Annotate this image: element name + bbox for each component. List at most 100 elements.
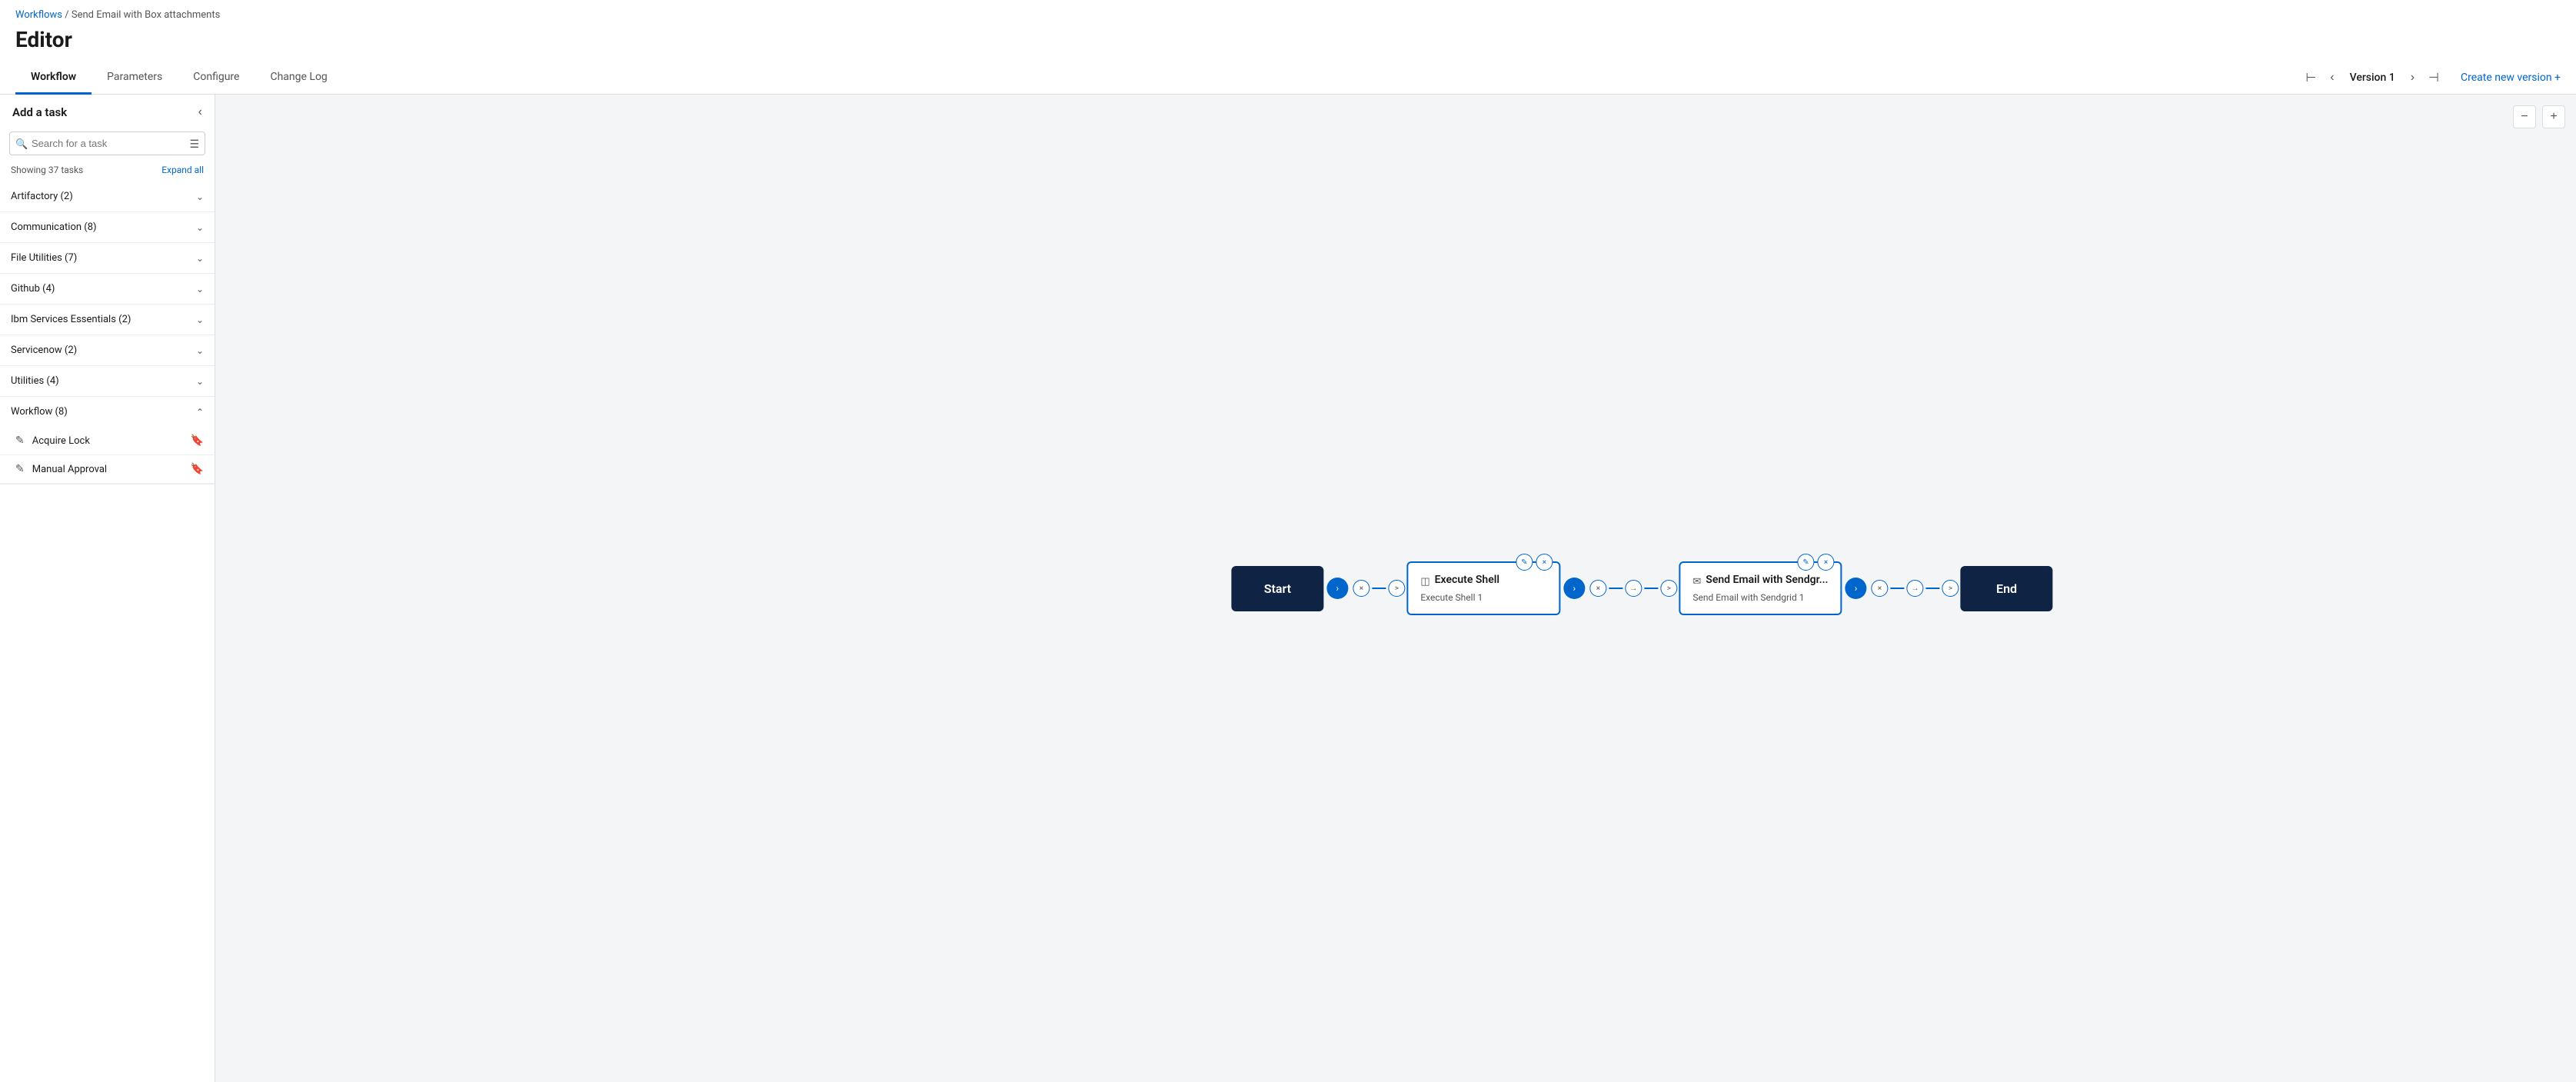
category-utilities: Utilities (4) ⌄ [0, 366, 215, 397]
task-item-manual-approval[interactable]: ✎ Manual Approval 🔖 [0, 455, 215, 484]
chevron-up-icon: ⌃ [196, 407, 204, 418]
connector-arrow-btn[interactable]: → [1907, 580, 1924, 597]
sidebar-collapse-btn[interactable]: ‹ [198, 105, 202, 119]
connector-arrow[interactable]: › [1563, 578, 1585, 599]
breadcrumb: Workflows / Send Email with Box attachme… [0, 0, 2576, 24]
category-servicenow: Servicenow (2) ⌄ [0, 335, 215, 366]
chevron-down-icon: ⌄ [196, 253, 204, 264]
connector-line [1891, 588, 1905, 589]
connector-add-btn[interactable]: > [1942, 580, 1959, 597]
expand-all-btn[interactable]: Expand all [161, 165, 204, 175]
email-icon: ✉ [1692, 576, 1701, 588]
edit-action-btn[interactable]: ✎ [1798, 554, 1815, 571]
search-input[interactable] [9, 132, 205, 155]
node-actions: ✎ × [1516, 554, 1553, 571]
execute-shell-title: Execute Shell [1435, 574, 1499, 586]
end-node: End [1961, 566, 2053, 611]
category-label-workflow: Workflow (8) [11, 406, 68, 418]
category-artifactory: Artifactory (2) ⌄ [0, 181, 215, 212]
connector-line [1372, 588, 1386, 589]
tab-configure[interactable]: Configure [178, 62, 255, 95]
breadcrumb-separator: / [65, 9, 72, 21]
task-item-acquire-lock[interactable]: ✎ Acquire Lock 🔖 [0, 427, 215, 455]
task-header: ✉ Send Email with Sendgr... [1692, 574, 1828, 589]
version-controls: ⊢ ‹ Version 1 › ⊣ Create new version + [2301, 67, 2561, 88]
connector-cross-btn[interactable]: × [1353, 580, 1370, 597]
chevron-down-icon: ⌄ [196, 284, 204, 295]
category-header-communication[interactable]: Communication (8) ⌄ [0, 212, 215, 242]
breadcrumb-current: Send Email with Box attachments [72, 9, 220, 21]
bookmark-icon: 🔖 [191, 463, 204, 475]
create-new-version-link[interactable]: Create new version + [2461, 72, 2561, 84]
connector-line [1609, 588, 1622, 589]
category-github: Github (4) ⌄ [0, 274, 215, 305]
canvas-controls: − + [2513, 105, 2565, 128]
connector-add-btn[interactable]: > [1388, 580, 1405, 597]
start-node: Start [1231, 566, 1323, 611]
connector-execute-email: › × → > [1560, 578, 1679, 599]
connector-arrow[interactable]: › [1845, 578, 1867, 599]
close-action-btn[interactable]: × [1536, 554, 1553, 571]
edit-icon: ✎ [15, 463, 25, 475]
category-header-artifactory[interactable]: Artifactory (2) ⌄ [0, 181, 215, 211]
workflow-diagram: Start › × > ✎ × ◫ Execute Shell Execute [1231, 561, 2052, 615]
execute-shell-node: ✎ × ◫ Execute Shell Execute Shell 1 [1406, 561, 1560, 615]
search-container: 🔍 ☰ [0, 127, 215, 161]
category-label-github: Github (4) [11, 283, 55, 295]
category-label-ibm-services: Ibm Services Essentials (2) [11, 314, 131, 325]
category-header-github[interactable]: Github (4) ⌄ [0, 274, 215, 304]
task-count-label: Showing 37 tasks [11, 165, 83, 175]
version-first-btn[interactable]: ⊢ [2301, 67, 2321, 88]
execute-shell-subtitle: Execute Shell 1 [1420, 592, 1546, 603]
connector-cross-btn[interactable]: × [1872, 580, 1889, 597]
category-workflow: Workflow (8) ⌃ ✎ Acquire Lock 🔖 ✎ Manual… [0, 397, 215, 484]
chevron-down-icon: ⌄ [196, 191, 204, 202]
category-header-servicenow[interactable]: Servicenow (2) ⌄ [0, 335, 215, 365]
edit-icon: ✎ [15, 434, 25, 447]
connector-add-btn[interactable]: > [1660, 580, 1677, 597]
chevron-down-icon: ⌄ [196, 315, 204, 325]
connector-arrow[interactable]: › [1326, 578, 1348, 599]
category-label-artifactory: Artifactory (2) [11, 191, 73, 202]
send-email-title: Send Email with Sendgr... [1706, 574, 1828, 586]
category-ibm-services: Ibm Services Essentials (2) ⌄ [0, 305, 215, 335]
category-header-utilities[interactable]: Utilities (4) ⌄ [0, 366, 215, 396]
workflows-link[interactable]: Workflows [15, 9, 62, 21]
end-label: End [1996, 581, 2017, 596]
task-item-left: ✎ Acquire Lock [15, 434, 90, 447]
version-label: Version 1 [2344, 72, 2401, 84]
page-title: Editor [0, 24, 2576, 62]
category-header-file-utilities[interactable]: File Utilities (7) ⌄ [0, 243, 215, 273]
version-prev-btn[interactable]: ‹ [2325, 68, 2338, 88]
chevron-down-icon: ⌄ [196, 222, 204, 233]
category-file-utilities: File Utilities (7) ⌄ [0, 243, 215, 274]
category-label-communication: Communication (8) [11, 221, 97, 233]
connector-arrow-btn[interactable]: → [1625, 580, 1642, 597]
tab-workflow[interactable]: Workflow [15, 62, 92, 95]
sidebar: Add a task ‹ 🔍 ☰ Showing 37 tasks Expand… [0, 95, 215, 1082]
filter-icon[interactable]: ☰ [189, 138, 199, 151]
zoom-out-btn[interactable]: − [2513, 105, 2536, 128]
zoom-in-btn[interactable]: + [2542, 105, 2565, 128]
category-header-workflow[interactable]: Workflow (8) ⌃ [0, 397, 215, 427]
tabs: Workflow Parameters Configure Change Log [15, 62, 343, 94]
tab-bar: Workflow Parameters Configure Change Log… [0, 62, 2576, 95]
tab-parameters[interactable]: Parameters [92, 62, 178, 95]
search-icon: 🔍 [15, 138, 28, 150]
node-actions: ✎ × [1798, 554, 1835, 571]
close-action-btn[interactable]: × [1818, 554, 1835, 571]
edit-action-btn[interactable]: ✎ [1516, 554, 1533, 571]
connector-cross-btn[interactable]: × [1589, 580, 1606, 597]
chevron-down-icon: ⌄ [196, 376, 204, 387]
sidebar-header: Add a task ‹ [0, 95, 215, 127]
connector-start-execute: › × > [1323, 578, 1406, 599]
category-header-ibm-services[interactable]: Ibm Services Essentials (2) ⌄ [0, 305, 215, 335]
category-label-file-utilities: File Utilities (7) [11, 252, 77, 264]
main-layout: Add a task ‹ 🔍 ☰ Showing 37 tasks Expand… [0, 95, 2576, 1082]
bookmark-icon: 🔖 [191, 434, 204, 447]
category-label-servicenow: Servicenow (2) [11, 345, 77, 356]
tab-changelog[interactable]: Change Log [255, 62, 342, 95]
connector-email-end: › × → > [1842, 578, 1961, 599]
version-next-btn[interactable]: › [2406, 68, 2419, 88]
version-last-btn[interactable]: ⊣ [2424, 67, 2444, 88]
